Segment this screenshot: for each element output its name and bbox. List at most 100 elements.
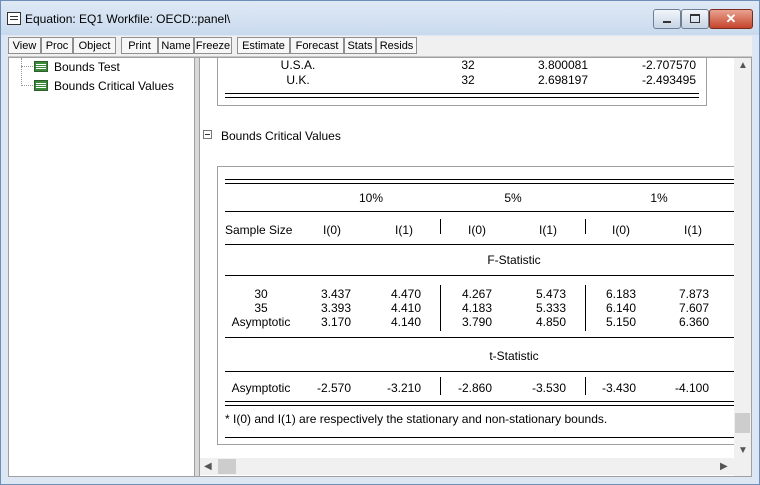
level-header: 1% [650, 191, 668, 205]
scroll-left-icon[interactable]: ◀ [204, 461, 212, 472]
f-cell: 2.698197 [537, 73, 588, 87]
table-rule [225, 93, 699, 98]
tree-connector [21, 85, 33, 86]
value-cell: 4.140 [390, 315, 421, 329]
scroll-down-icon[interactable]: ▼ [738, 445, 748, 456]
value-cell: -2.860 [457, 381, 492, 395]
value-cell: 7.607 [678, 301, 709, 315]
spool-tree: Bounds Test Bounds Critical Values [9, 58, 194, 476]
table-rule [225, 401, 734, 406]
view-button[interactable]: View [8, 37, 41, 54]
table-rule [225, 371, 734, 372]
freeze-button[interactable]: Freeze [194, 37, 232, 54]
object-button[interactable]: Object [73, 37, 116, 54]
table-rule [225, 275, 734, 276]
tree-item-label: Bounds Critical Values [54, 79, 174, 93]
proc-button[interactable]: Proc [41, 37, 73, 54]
bounds-test-table: U.S.A. 32 3.800081 -2.707570 U.K. 32 2.6… [217, 58, 707, 106]
value-cell: 4.183 [461, 301, 492, 315]
country-cell: U.K. [286, 73, 310, 87]
f-statistic-title: F-Statistic [487, 253, 541, 267]
maximize-button[interactable] [681, 9, 709, 29]
level-header: 5% [504, 191, 522, 205]
value-cell: 3.393 [320, 301, 351, 315]
table-rule [225, 437, 734, 438]
tree-item-bounds-critical-values[interactable]: Bounds Critical Values [34, 78, 174, 94]
value-cell: 5.473 [535, 287, 566, 301]
value-cell: -4.100 [674, 381, 709, 395]
t-cell: -2.707570 [641, 58, 696, 72]
scroll-thumb[interactable] [218, 459, 236, 474]
country-cell: U.S.A. [280, 58, 316, 72]
section-title: Bounds Critical Values [221, 129, 341, 143]
name-button[interactable]: Name [158, 37, 194, 54]
toolbar: View Proc Object Print Name Freeze Estim… [8, 36, 752, 57]
f-cell: 3.800081 [537, 58, 588, 72]
content-area: Bounds Test Bounds Critical Values U.S.A… [8, 57, 752, 477]
tree-item-bounds-test[interactable]: Bounds Test [34, 59, 120, 75]
print-button[interactable]: Print [121, 37, 158, 54]
table-icon [34, 80, 48, 91]
column-divider [585, 219, 586, 234]
title-bar[interactable]: Equation: EQ1 Workfile: OECD::panel\ ✕ [1, 1, 759, 35]
value-cell: 6.140 [605, 301, 636, 315]
sample-size-cell: 30 [254, 287, 268, 301]
resize-grip-icon[interactable] [734, 458, 751, 476]
t-statistic-title: t-Statistic [489, 349, 539, 363]
value-cell: 6.360 [678, 315, 709, 329]
stats-button[interactable]: Stats [344, 37, 376, 54]
level-header: 10% [358, 191, 384, 205]
value-cell: 4.470 [390, 287, 421, 301]
value-cell: 4.267 [461, 287, 492, 301]
tree-connector [21, 58, 22, 86]
value-cell: 7.873 [678, 287, 709, 301]
minimize-button[interactable] [653, 9, 681, 29]
t-cell: -2.493495 [641, 73, 696, 87]
collapse-icon[interactable] [203, 130, 212, 139]
close-icon: ✕ [725, 11, 737, 26]
estimate-button[interactable]: Estimate [237, 37, 290, 54]
resids-button[interactable]: Resids [376, 37, 417, 54]
sample-size-cell: Asymptotic [231, 381, 291, 395]
table-icon [34, 61, 48, 72]
sample-size-cell: 35 [254, 301, 268, 315]
column-divider [585, 285, 586, 331]
sample-size-cell: Asymptotic [231, 315, 291, 329]
column-divider [585, 377, 586, 395]
table-rule [225, 244, 734, 245]
scroll-thumb[interactable] [735, 413, 750, 433]
tree-connector [21, 66, 33, 67]
value-cell: 4.410 [390, 301, 421, 315]
table-rule [225, 179, 734, 184]
n-cell: 32 [461, 73, 475, 87]
col-header: I(1) [395, 223, 413, 237]
tree-item-label: Bounds Test [54, 60, 120, 74]
value-cell: 4.850 [535, 315, 566, 329]
scroll-right-icon[interactable]: ▶ [720, 461, 728, 472]
col-header: Sample Size [225, 223, 293, 237]
forecast-button[interactable]: Forecast [290, 37, 344, 54]
horizontal-scrollbar[interactable]: ◀ ▶ [200, 458, 734, 475]
equation-window: Equation: EQ1 Workfile: OECD::panel\ ✕ V… [0, 0, 760, 485]
value-cell: 5.333 [535, 301, 566, 315]
vertical-scrollbar[interactable]: ▲ ▼ [734, 58, 751, 458]
col-header: I(1) [539, 223, 557, 237]
table-rule [225, 211, 734, 212]
value-cell: -3.210 [386, 381, 421, 395]
column-divider [440, 219, 441, 234]
close-button[interactable]: ✕ [709, 9, 753, 29]
scroll-up-icon[interactable]: ▲ [738, 60, 748, 71]
window-menu-icon[interactable] [7, 12, 21, 25]
column-divider [440, 377, 441, 395]
value-cell: 6.183 [605, 287, 636, 301]
value-cell: 5.150 [605, 315, 636, 329]
value-cell: -3.530 [531, 381, 566, 395]
output-pane: U.S.A. 32 3.800081 -2.707570 U.K. 32 2.6… [200, 58, 734, 458]
col-header: I(0) [323, 223, 341, 237]
value-cell: -3.430 [601, 381, 636, 395]
col-header: I(0) [612, 223, 630, 237]
value-cell: 3.170 [320, 315, 351, 329]
column-divider [440, 285, 441, 331]
table-rule [225, 337, 734, 338]
n-cell: 32 [461, 58, 475, 72]
